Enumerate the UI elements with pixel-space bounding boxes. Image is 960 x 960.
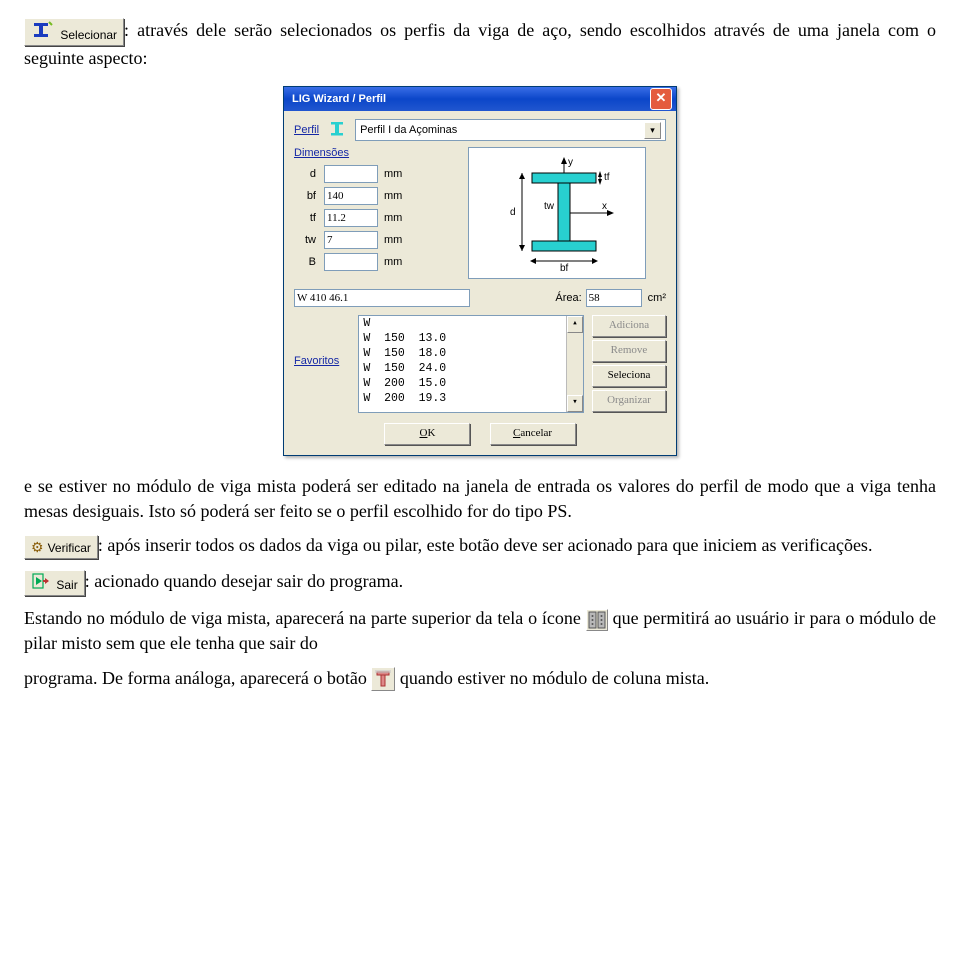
perfil-dialog: LIG Wizard / Perfil ✕ Perfil Perfil I da…	[283, 86, 677, 456]
bf-input[interactable]	[324, 187, 378, 205]
perfil-label[interactable]: Perfil	[294, 124, 319, 136]
perfil-combo-text: Perfil I da Açominas	[360, 124, 644, 136]
dim-row-B: B mm	[294, 253, 454, 271]
list-item[interactable]: W 200 19.3	[359, 391, 583, 406]
section-diagram: y x d tw tf	[468, 147, 646, 279]
dim-row-d: d mm	[294, 165, 454, 183]
organizar-button[interactable]: Organizar	[592, 390, 666, 412]
pilar-module-icon[interactable]	[586, 609, 608, 631]
adiciona-button[interactable]: Adiciona	[592, 315, 666, 337]
i-beam-icon	[329, 121, 347, 140]
tf-input[interactable]	[324, 209, 378, 227]
verificar-label: Verificar	[48, 541, 91, 555]
close-icon[interactable]: ✕	[650, 88, 672, 110]
label-tw: tw	[544, 201, 555, 212]
remove-button[interactable]: Remove	[592, 340, 666, 362]
text: : após inserir todos os dados da viga ou…	[98, 535, 873, 555]
perfil-combo[interactable]: Perfil I da Açominas ▾	[355, 119, 666, 141]
dim-label[interactable]: Dimensões	[294, 147, 349, 159]
paragraph-selecionar: Selecionar : através dele serão selecion…	[24, 18, 936, 70]
list-item[interactable]: W 200 15.0	[359, 376, 583, 391]
list-item[interactable]: W 150 18.0	[359, 346, 583, 361]
list-item[interactable]: W 150 24.0	[359, 361, 583, 376]
ok-button[interactable]: OK	[384, 423, 470, 445]
dim-row-tf: tf mm	[294, 209, 454, 227]
exit-icon	[31, 578, 52, 592]
selecionar-button[interactable]: Selecionar	[24, 18, 124, 46]
ok-label-rest: K	[427, 427, 435, 439]
label-x: x	[602, 201, 607, 212]
sair-button[interactable]: Sair	[24, 570, 85, 596]
gear-icon: ⚙	[31, 539, 44, 555]
cancelar-button[interactable]: Cancelar	[490, 423, 576, 445]
seleciona-button[interactable]: Seleciona	[592, 365, 666, 387]
dim-row-tw: tw mm	[294, 231, 454, 249]
selecionar-label: Selecionar	[60, 28, 117, 42]
label-d: d	[510, 207, 516, 218]
dim-row-bf: bf mm	[294, 187, 454, 205]
i-beam-icon	[31, 28, 56, 42]
list-item[interactable]: W	[359, 316, 583, 331]
paragraph-verificar: ⚙ Verificar : após inserir todos os dados…	[24, 533, 936, 559]
text: : acionado quando desejar sair do progra…	[85, 571, 403, 591]
favoritos-listbox[interactable]: W W 150 13.0 W 150 18.0 W 150 24.0 W 200…	[358, 315, 584, 413]
area-label: Área:	[555, 292, 581, 304]
d-input[interactable]	[324, 165, 378, 183]
scrollbar[interactable]: ▴ ▾	[566, 316, 583, 412]
label-bf: bf	[560, 263, 569, 273]
designation-input[interactable]	[294, 289, 470, 307]
coluna-module-icon[interactable]	[371, 667, 395, 691]
scroll-up-icon[interactable]: ▴	[567, 316, 583, 333]
dialog-title: LIG Wizard / Perfil	[292, 93, 386, 105]
text: quando estiver no módulo de coluna mista…	[400, 668, 709, 688]
tw-input[interactable]	[324, 231, 378, 249]
label-tf: tf	[604, 172, 610, 183]
sair-label: Sair	[56, 578, 77, 592]
titlebar: LIG Wizard / Perfil ✕	[284, 87, 676, 111]
list-item[interactable]: W 150 13.0	[359, 331, 583, 346]
paragraph-icon-pilar: Estando no módulo de viga mista, aparece…	[24, 606, 936, 655]
text: Estando no módulo de viga mista, aparece…	[24, 608, 586, 628]
text: : através dele serão selecionados os per…	[24, 20, 936, 68]
paragraph-mixed-beam: e se estiver no módulo de viga mista pod…	[24, 474, 936, 523]
paragraph-icon-coluna: programa. De forma análoga, aparecerá o …	[24, 666, 936, 692]
area-input[interactable]	[586, 289, 642, 307]
text: programa. De forma análoga, aparecerá o …	[24, 668, 371, 688]
favoritos-label[interactable]: Favoritos	[294, 355, 339, 367]
area-unit: cm²	[648, 292, 666, 304]
paragraph-sair: Sair : acionado quando desejar sair do p…	[24, 569, 936, 596]
scroll-down-icon[interactable]: ▾	[567, 395, 583, 412]
label-y: y	[568, 157, 573, 168]
cancel-label-rest: ancelar	[520, 427, 552, 439]
chevron-down-icon[interactable]: ▾	[644, 122, 661, 139]
verificar-button[interactable]: ⚙ Verificar	[24, 535, 98, 560]
B-input[interactable]	[324, 253, 378, 271]
